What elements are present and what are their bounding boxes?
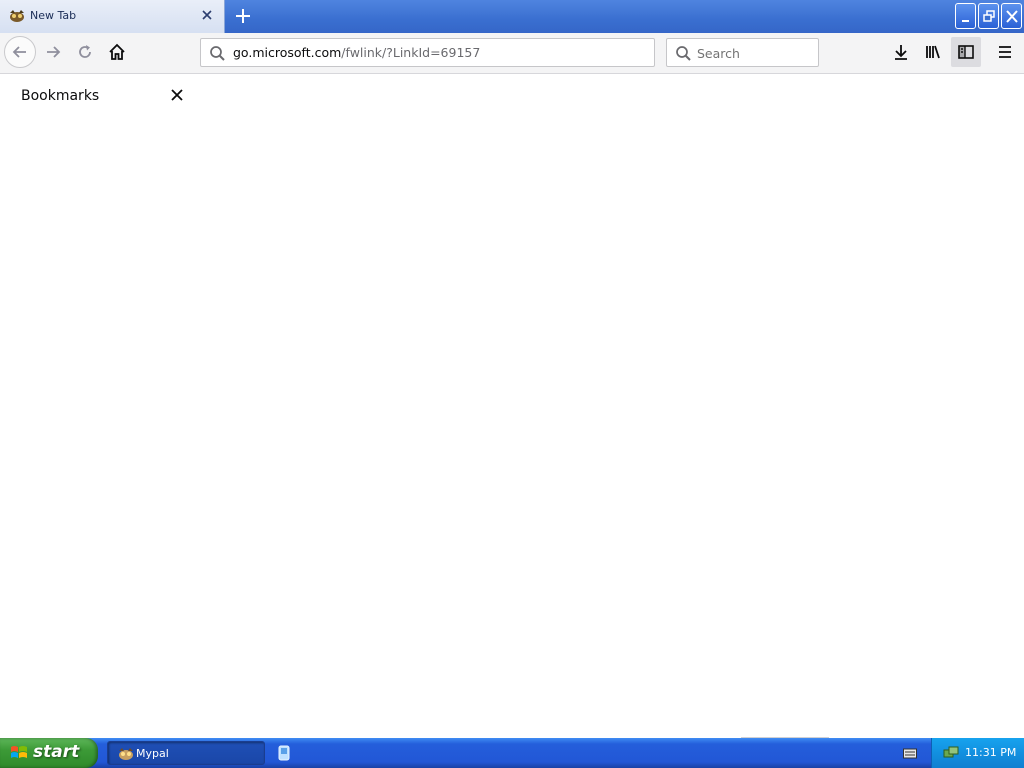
sidebar-title: Bookmarks: [21, 88, 100, 104]
search-icon: [676, 46, 691, 61]
sidebar-icon: [958, 45, 974, 59]
url-host: go.microsoft.com: [233, 45, 342, 60]
library-button[interactable]: [918, 37, 948, 67]
system-tray: 11:31 PM: [931, 738, 1024, 768]
close-sidebar-icon[interactable]: [169, 87, 185, 103]
hamburger-menu-icon: [999, 46, 1011, 58]
search-placeholder: Search: [697, 46, 740, 61]
start-button[interactable]: start: [0, 738, 98, 768]
mypal-icon: [10, 10, 24, 22]
reload-icon: [79, 45, 91, 58]
keyboard-icon[interactable]: [903, 747, 917, 759]
home-button[interactable]: [102, 37, 132, 67]
url-text: go.microsoft.com/fwlink/?LinkId=69157: [233, 45, 480, 60]
back-arrow-icon: [12, 46, 26, 58]
reload-button[interactable]: [70, 37, 100, 67]
minimize-button[interactable]: [955, 3, 976, 29]
download-icon: [895, 45, 907, 60]
restore-icon: [983, 10, 995, 22]
taskbar: start Mypal 11:31 PM: [0, 738, 1024, 768]
minimize-icon: [962, 20, 969, 22]
forward-button[interactable]: [38, 37, 68, 67]
url-path: /fwlink/?LinkId=69157: [341, 45, 481, 60]
nav-toolbar: go.microsoft.com/fwlink/?LinkId=69157 Se…: [0, 33, 1024, 74]
forward-arrow-icon: [47, 46, 61, 58]
sidebar-toggle-button[interactable]: [951, 37, 981, 67]
back-button[interactable]: [4, 36, 36, 68]
tab-new-tab[interactable]: New Tab: [0, 0, 225, 33]
close-window-button[interactable]: [1001, 3, 1022, 29]
new-tab-plus-icon[interactable]: [232, 5, 254, 27]
restore-button[interactable]: [978, 3, 999, 29]
taskbar-item-mypal[interactable]: Mypal: [107, 741, 265, 765]
menu-button[interactable]: [990, 37, 1020, 67]
home-icon: [109, 43, 125, 60]
tab-title: New Tab: [30, 9, 77, 22]
start-label: start: [33, 742, 80, 762]
close-icon: [1006, 10, 1018, 23]
search-bar[interactable]: Search: [666, 38, 819, 67]
mypal-icon: [119, 748, 133, 760]
url-bar[interactable]: go.microsoft.com/fwlink/?LinkId=69157: [200, 38, 655, 67]
tab-strip: New Tab: [0, 0, 1024, 33]
library-icon: [926, 45, 940, 59]
taskbar-item-label: Mypal: [136, 747, 169, 760]
close-tab-icon[interactable]: [199, 7, 215, 23]
clock[interactable]: 11:31 PM: [965, 746, 1016, 759]
downloads-button[interactable]: [886, 37, 916, 67]
search-icon: [210, 46, 225, 61]
windows-logo-icon: [11, 746, 27, 758]
bookmarks-sidebar-header: Bookmarks: [0, 74, 200, 114]
bookmarks-sidebar: [0, 114, 200, 737]
quick-launch-icon[interactable]: [277, 745, 291, 761]
network-icon[interactable]: [943, 745, 959, 761]
page-content: [200, 74, 1024, 737]
